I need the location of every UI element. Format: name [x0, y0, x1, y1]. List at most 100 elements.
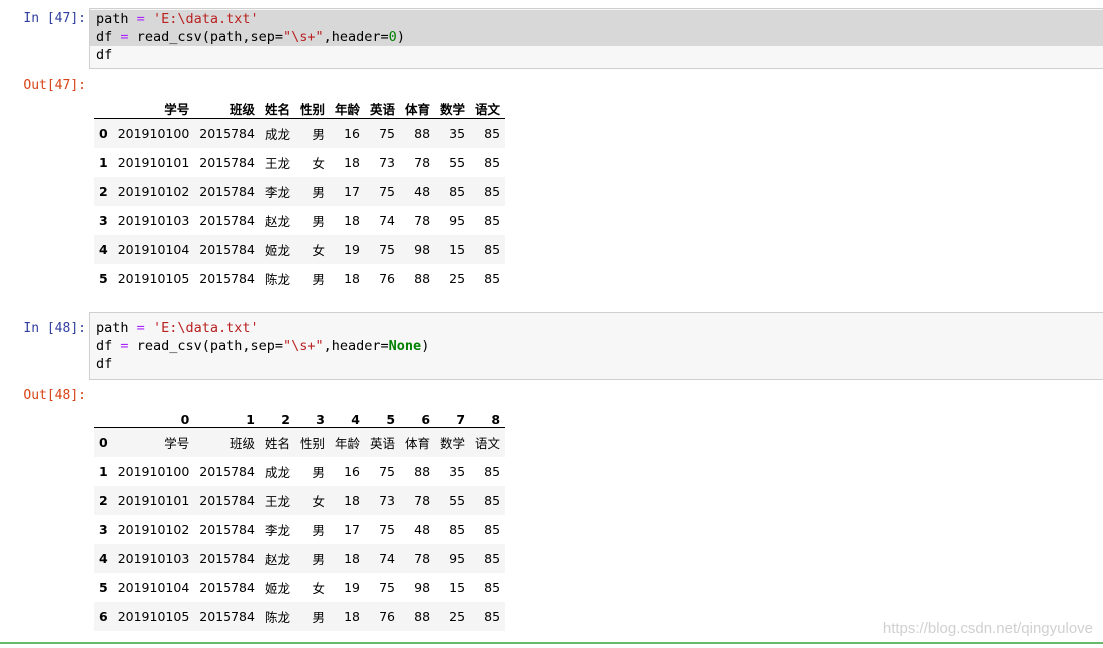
- table-cell: 18: [344, 493, 360, 508]
- table-cell: 17: [344, 184, 360, 199]
- table-cell: 2015784: [199, 155, 255, 170]
- table-cell: 18: [344, 213, 360, 228]
- column-header: [94, 89, 113, 119]
- row-index: 2: [99, 493, 108, 508]
- table-row: 4 201910103 2015784 赵龙 男 18 74 78 95 85: [94, 544, 506, 573]
- table-cell: 85: [484, 184, 501, 199]
- table-cell: 2015784: [199, 464, 255, 479]
- table-cell: 75: [379, 242, 396, 257]
- selected-cell-border: [0, 642, 1103, 644]
- column-header: 7: [435, 398, 471, 428]
- table-cell: 98: [414, 580, 431, 595]
- table-cell: 76: [379, 271, 396, 286]
- row-index: 4: [99, 551, 108, 566]
- table-cell: 201910101: [117, 155, 190, 170]
- table-cell: 15: [449, 242, 466, 257]
- table-cell: 2015784: [199, 213, 255, 228]
- table-cell: 55: [449, 493, 466, 508]
- table-header-row: 012345678: [94, 398, 506, 428]
- code-cell-48[interactable]: path = 'E:\data.txt' df = read_csv(path,…: [89, 312, 1103, 380]
- table-cell: 78: [414, 493, 431, 508]
- table-cell: 85: [484, 155, 501, 170]
- code-line-2: df = read_csv(path,sep="\s+",header=None…: [90, 337, 1103, 355]
- column-header: [94, 398, 113, 428]
- column-header: 数学: [435, 89, 471, 119]
- table-cell: 78: [414, 551, 431, 566]
- table-cell: 85: [484, 271, 501, 286]
- table-cell: 201910102: [117, 184, 190, 199]
- row-index: 1: [99, 464, 108, 479]
- table-cell: 98: [414, 242, 431, 257]
- table-cell: 75: [379, 126, 396, 141]
- table-cell: 女: [312, 494, 325, 509]
- code-cell-47[interactable]: path = 'E:\data.txt' df = read_csv(path,…: [89, 8, 1103, 69]
- table-cell: 18: [344, 155, 360, 170]
- table-cell: 2015784: [199, 522, 255, 537]
- table-cell: 201910103: [117, 213, 190, 228]
- table-cell: 48: [414, 522, 431, 537]
- column-header: 体育: [400, 89, 436, 119]
- table-cell: 201910101: [117, 493, 190, 508]
- table-cell: 201910103: [117, 551, 190, 566]
- dataframe-output-48: 0 1 2 3 4 5 6 7 8 0 学号 班级 姓名 性别 年龄 英语 体育 数学 语文 1 201910100 20…: [94, 398, 506, 631]
- table-cell: 陈龙: [264, 610, 290, 625]
- table-cell: 78: [414, 213, 431, 228]
- table-cell: 201910100: [117, 126, 190, 141]
- column-header: 1: [194, 398, 260, 428]
- table-cell: 18: [344, 271, 360, 286]
- table-cell: 男: [312, 127, 325, 142]
- table-cell: 201910104: [117, 242, 190, 257]
- dataframe-output-47: 学号 班级 姓名 性别 年龄 英语 体育 数学 语文 0 201910100 2015784 成龙男 16…: [94, 89, 506, 293]
- table-cell: 85: [484, 609, 501, 624]
- column-header: 3: [294, 398, 330, 428]
- table-cell: 73: [379, 155, 396, 170]
- table-cell: 55: [449, 155, 466, 170]
- output-prompt-47: Out[47]:: [23, 78, 86, 93]
- table-cell: 2015784: [199, 242, 255, 257]
- table-row: 1 201910101 2015784 王龙 女 18 73 78 55 85: [94, 148, 505, 177]
- table-row: 6 201910105 2015784 陈龙 男 18 76 88 25 85: [94, 602, 506, 631]
- table-cell: 成龙: [264, 465, 290, 480]
- table-row: 3 201910103 2015784 赵龙 男 18 74 78 95 85: [94, 206, 505, 235]
- table-cell: 年龄: [334, 436, 360, 451]
- column-header: 性别: [294, 89, 330, 119]
- table-cell: 成龙: [264, 127, 290, 142]
- table-cell: 75: [379, 580, 396, 595]
- table-cell: 语文: [475, 436, 501, 451]
- row-index: 2: [99, 184, 108, 199]
- column-header: 学号: [112, 89, 195, 119]
- output-prompt-48: Out[48]:: [23, 388, 86, 403]
- table-cell: 78: [414, 155, 431, 170]
- table-cell: 赵龙: [264, 552, 290, 567]
- column-header: 班级: [194, 89, 260, 119]
- table-cell: 201910102: [117, 522, 190, 537]
- table-cell: 数学: [440, 436, 466, 451]
- table-cell: 16: [344, 464, 360, 479]
- table-cell: 75: [379, 522, 396, 537]
- column-header: 姓名: [259, 89, 295, 119]
- table-row: 5 201910105 2015784 陈龙 男 18 76 88 25 85: [94, 264, 505, 293]
- table-cell: 王龙: [264, 156, 290, 171]
- table-cell: 学号: [164, 436, 190, 451]
- table-cell: 男: [312, 214, 325, 229]
- row-index: 4: [99, 242, 108, 257]
- table-cell: 体育: [405, 436, 431, 451]
- table-cell: 201910105: [117, 609, 190, 624]
- code-line-2: df = read_csv(path,sep="\s+",header=0): [90, 28, 1103, 46]
- table-cell: 88: [414, 464, 431, 479]
- table-cell: 男: [312, 552, 325, 567]
- row-index: 6: [99, 609, 108, 624]
- input-prompt-48: In [48]:: [23, 321, 86, 336]
- column-header: 8: [470, 398, 506, 428]
- column-header: 0: [112, 398, 195, 428]
- row-index: 0: [99, 435, 108, 450]
- table-row: 3 201910102 2015784 李龙 男 17 75 48 85 85: [94, 515, 505, 544]
- table-cell: 李龙: [264, 185, 290, 200]
- table-cell: 2015784: [199, 126, 255, 141]
- row-index: 3: [99, 213, 108, 228]
- table-cell: 姬龙: [264, 581, 290, 596]
- table-cell: 姬龙: [264, 243, 290, 258]
- table-cell: 16: [344, 126, 360, 141]
- table-cell: 85: [449, 522, 466, 537]
- code-line-3: df: [90, 355, 1103, 373]
